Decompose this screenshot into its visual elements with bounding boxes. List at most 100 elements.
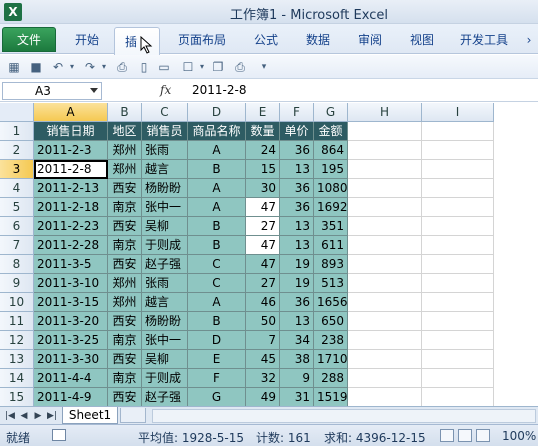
table-cell[interactable]: 15 [246,160,280,179]
table-cell[interactable]: C [188,274,246,293]
empty-cell[interactable] [348,293,422,312]
table-cell[interactable]: A [188,198,246,217]
table-cell[interactable]: 郑州 [108,141,142,160]
tab-home[interactable]: 开始 [62,30,112,54]
empty-cell[interactable] [422,331,494,350]
table-cell[interactable]: 351 [314,217,348,236]
table-cell[interactable]: 南京 [108,236,142,255]
table-cell[interactable]: 47 [246,255,280,274]
header-cell[interactable]: 销售员 [142,122,188,141]
table-cell[interactable]: 赵子强 [142,255,188,274]
column-header-c[interactable]: C [142,103,188,122]
table-cell[interactable]: 1692 [314,198,348,217]
table-cell[interactable]: 越言 [142,160,188,179]
table-cell[interactable]: 2011-2-8 [34,160,108,179]
table-cell[interactable]: 893 [314,255,348,274]
empty-cell[interactable] [422,217,494,236]
table-cell[interactable]: A [188,179,246,198]
table-cell[interactable]: 西安 [108,255,142,274]
row-header-6[interactable]: 6 [0,217,34,236]
empty-cell[interactable] [348,312,422,331]
table-cell[interactable]: 于则成 [142,236,188,255]
empty-cell[interactable] [348,198,422,217]
table-cell[interactable]: 19 [280,274,314,293]
table-cell[interactable]: 2011-2-23 [34,217,108,236]
table-cell[interactable]: 13 [280,160,314,179]
customize-toolbar-icon[interactable]: ▾ [256,59,272,75]
header-cell[interactable]: 商品名称 [188,122,246,141]
table-cell[interactable]: 31 [280,388,314,407]
table-cell[interactable]: 19 [280,255,314,274]
table-cell[interactable]: 于则成 [142,369,188,388]
row-header-15[interactable]: 15 [0,388,34,407]
row-header-2[interactable]: 2 [0,141,34,160]
table-cell[interactable]: 2011-3-10 [34,274,108,293]
table-cell[interactable]: D [188,331,246,350]
table-cell[interactable]: F [188,369,246,388]
table-cell[interactable]: 赵子强 [142,388,188,407]
table-cell[interactable]: B [188,236,246,255]
empty-cell[interactable] [348,255,422,274]
name-box[interactable]: A3 [2,82,102,100]
table-cell[interactable]: C [188,255,246,274]
table-cell[interactable]: 2011-3-30 [34,350,108,369]
normal-view-icon[interactable] [440,429,454,442]
empty-cell[interactable] [422,179,494,198]
tab-review[interactable]: 审阅 [348,30,392,54]
table-cell[interactable]: 郑州 [108,293,142,312]
table-cell[interactable]: 13 [280,312,314,331]
table-cell[interactable]: 2011-2-13 [34,179,108,198]
table-cell[interactable]: 西安 [108,388,142,407]
zoom-level[interactable]: 100% [502,429,536,443]
header-cell[interactable]: 金额 [314,122,348,141]
table-cell[interactable]: 郑州 [108,274,142,293]
table-cell[interactable]: 1710 [314,350,348,369]
empty-cell[interactable] [348,350,422,369]
table-cell[interactable]: 47 [246,236,280,255]
print-preview-icon[interactable]: ⎙ [114,59,130,75]
row-header-12[interactable]: 12 [0,331,34,350]
tab-page-layout[interactable]: 页面布局 [170,30,234,54]
table-cell[interactable]: 西安 [108,179,142,198]
prev-sheet-icon[interactable]: ◀ [18,410,30,422]
empty-cell[interactable] [422,160,494,179]
horizontal-scrollbar[interactable] [152,409,536,423]
column-header-a[interactable]: A [34,103,108,122]
page-layout-view-icon[interactable] [458,429,472,442]
next-sheet-icon[interactable]: ▶ [32,410,44,422]
empty-cell[interactable] [422,255,494,274]
table-cell[interactable]: 195 [314,160,348,179]
header-cell[interactable]: 数量 [246,122,280,141]
column-header-e[interactable]: E [246,103,280,122]
table-cell[interactable]: 越言 [142,293,188,312]
table-cell[interactable]: 7 [246,331,280,350]
table-cell[interactable]: B [188,160,246,179]
tab-view[interactable]: 视图 [400,30,444,54]
table-cell[interactable]: 1656 [314,293,348,312]
table-cell[interactable]: A [188,293,246,312]
empty-cell[interactable] [348,274,422,293]
empty-cell[interactable] [422,236,494,255]
table-cell[interactable]: B [188,312,246,331]
empty-cell[interactable] [422,388,494,407]
table-cell[interactable]: 513 [314,274,348,293]
empty-cell[interactable] [348,141,422,160]
printer-icon[interactable]: ⎙ [232,59,248,75]
insert-function-icon[interactable]: fx [160,83,171,97]
row-header-13[interactable]: 13 [0,350,34,369]
empty-cell[interactable] [348,369,422,388]
table-cell[interactable]: 24 [246,141,280,160]
empty-cell[interactable] [422,350,494,369]
table-cell[interactable]: 30 [246,179,280,198]
table-cell[interactable]: 46 [246,293,280,312]
table-cell[interactable]: 36 [280,179,314,198]
empty-cell[interactable] [348,236,422,255]
table-cell[interactable]: 13 [280,217,314,236]
table-cell[interactable]: 2011-3-15 [34,293,108,312]
table-cell[interactable]: 2011-2-3 [34,141,108,160]
empty-cell[interactable] [422,122,494,141]
table-cell[interactable]: 50 [246,312,280,331]
tab-formulas[interactable]: 公式 [244,30,288,54]
empty-cell[interactable] [348,122,422,141]
table-cell[interactable]: 张雨 [142,274,188,293]
